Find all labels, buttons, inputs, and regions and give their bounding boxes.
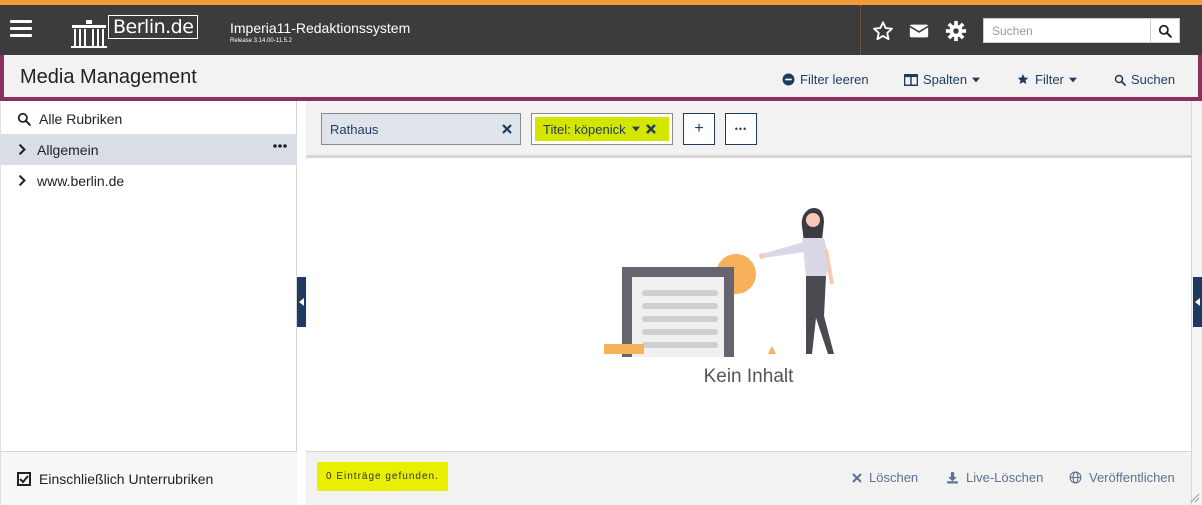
- filter-chip-label: Titel: köpenick: [543, 121, 626, 137]
- close-icon[interactable]: [502, 124, 512, 134]
- filter-chip-titel[interactable]: Titel: köpenick: [531, 113, 673, 145]
- filter-chip-highlight: Titel: köpenick: [535, 117, 669, 141]
- columns-label: Spalten: [923, 72, 968, 87]
- more-icon[interactable]: [273, 144, 287, 148]
- sidebar-item-berlin-de[interactable]: www.berlin.de: [1, 165, 297, 196]
- add-filter-button[interactable]: +: [683, 113, 715, 145]
- caret-down-icon[interactable]: [631, 126, 640, 132]
- mail-icon[interactable]: [908, 20, 930, 42]
- filter-button[interactable]: Filter: [1016, 72, 1077, 87]
- clear-filter-label: Filter leeren: [800, 72, 869, 87]
- sidebar-item-label: Alle Rubriken: [39, 110, 123, 127]
- filter-label: Filter: [1035, 72, 1064, 87]
- close-icon: [852, 472, 862, 483]
- include-subsections-label: Einschließlich Unterrubriken: [39, 470, 214, 487]
- sidebar-item-all-sections[interactable]: Alle Rubriken: [1, 103, 297, 134]
- caret-down-icon: [972, 77, 981, 82]
- search-icon: [1114, 74, 1126, 86]
- publish-label: Veröffentlichen: [1089, 470, 1175, 485]
- global-search: [983, 18, 1180, 43]
- close-icon[interactable]: [645, 124, 656, 134]
- search-action-label: Suchen: [1131, 72, 1176, 87]
- minus-circle-icon: [782, 73, 795, 86]
- sidebar-item-allgemein[interactable]: Allgemein: [1, 134, 297, 165]
- clear-filter-button[interactable]: Filter leeren: [782, 72, 869, 87]
- filter-chip-rathaus[interactable]: Rathaus: [321, 113, 521, 145]
- filter-bar: Rathaus Titel: köpenick + •••: [306, 101, 1191, 158]
- filter-chip-label: Rathaus: [330, 121, 379, 137]
- download-icon: [947, 472, 958, 484]
- caret-left-icon: [1195, 298, 1200, 306]
- columns-icon: [904, 73, 918, 86]
- gear-icon[interactable]: [945, 20, 967, 42]
- page-title: Media Management: [20, 66, 197, 88]
- caret-left-icon: [299, 298, 304, 306]
- berlin-logo[interactable]: Berlin.de: [70, 13, 199, 48]
- main-content: Rathaus Titel: köpenick + ••• Kein Inhal…: [306, 101, 1191, 505]
- brandenburg-gate-icon: [71, 20, 107, 48]
- search-icon: [1158, 24, 1172, 38]
- search-icon: [17, 112, 31, 126]
- checkmark-icon: [19, 474, 29, 483]
- sidebar-item-label: www.berlin.de: [37, 172, 125, 189]
- globe-icon: [1069, 471, 1082, 484]
- top-bar: Berlin.de Imperia11-Redaktionssystem Rel…: [0, 0, 1202, 55]
- toolbar-divider: [860, 5, 861, 55]
- chevron-right-icon: [18, 143, 26, 156]
- chevron-right-icon: [18, 174, 26, 187]
- include-subsections-option: Einschließlich Unterrubriken: [1, 451, 297, 505]
- empty-state-text: Kein Inhalt: [703, 366, 794, 387]
- more-filter-button[interactable]: •••: [725, 113, 757, 145]
- empty-illustration: [604, 207, 834, 357]
- columns-button[interactable]: Spalten: [904, 72, 981, 87]
- caret-down-icon: [1068, 77, 1077, 82]
- action-footer: 0 Einträge gefunden. Löschen Live-Lösche…: [306, 451, 1191, 505]
- live-delete-label: Live-Löschen: [966, 470, 1044, 485]
- star-icon: [1017, 74, 1029, 85]
- search-input[interactable]: [984, 19, 1149, 42]
- search-button[interactable]: [1150, 19, 1179, 42]
- sidebar-item-label: Allgemein: [37, 141, 99, 158]
- collapse-sidebar-handle[interactable]: [297, 277, 306, 327]
- live-delete-button[interactable]: Live-Löschen: [946, 470, 1043, 485]
- star-icon[interactable]: [872, 20, 894, 42]
- empty-state: Kein Inhalt: [306, 158, 1191, 450]
- result-count: 0 Einträge gefunden.: [317, 462, 448, 491]
- delete-button[interactable]: Löschen: [852, 470, 918, 485]
- page-header: Media Management Filter leeren Spalten F…: [0, 55, 1202, 101]
- logo-text: Berlin.de: [108, 15, 199, 39]
- resize-grip-icon[interactable]: [1188, 491, 1200, 503]
- release-label: Release 3.14.00-11.5.2: [230, 38, 292, 44]
- collapse-right-panel-handle[interactable]: [1193, 277, 1202, 327]
- menu-icon[interactable]: [10, 20, 32, 38]
- search-action-button[interactable]: Suchen: [1114, 72, 1175, 87]
- publish-button[interactable]: Veröffentlichen: [1069, 470, 1175, 485]
- app-title: Imperia11-Redaktionssystem: [230, 20, 411, 36]
- delete-label: Löschen: [869, 470, 919, 485]
- include-subsections-checkbox[interactable]: [17, 471, 31, 486]
- sidebar: Alle Rubriken Allgemein www.berlin.de Ei…: [0, 101, 297, 505]
